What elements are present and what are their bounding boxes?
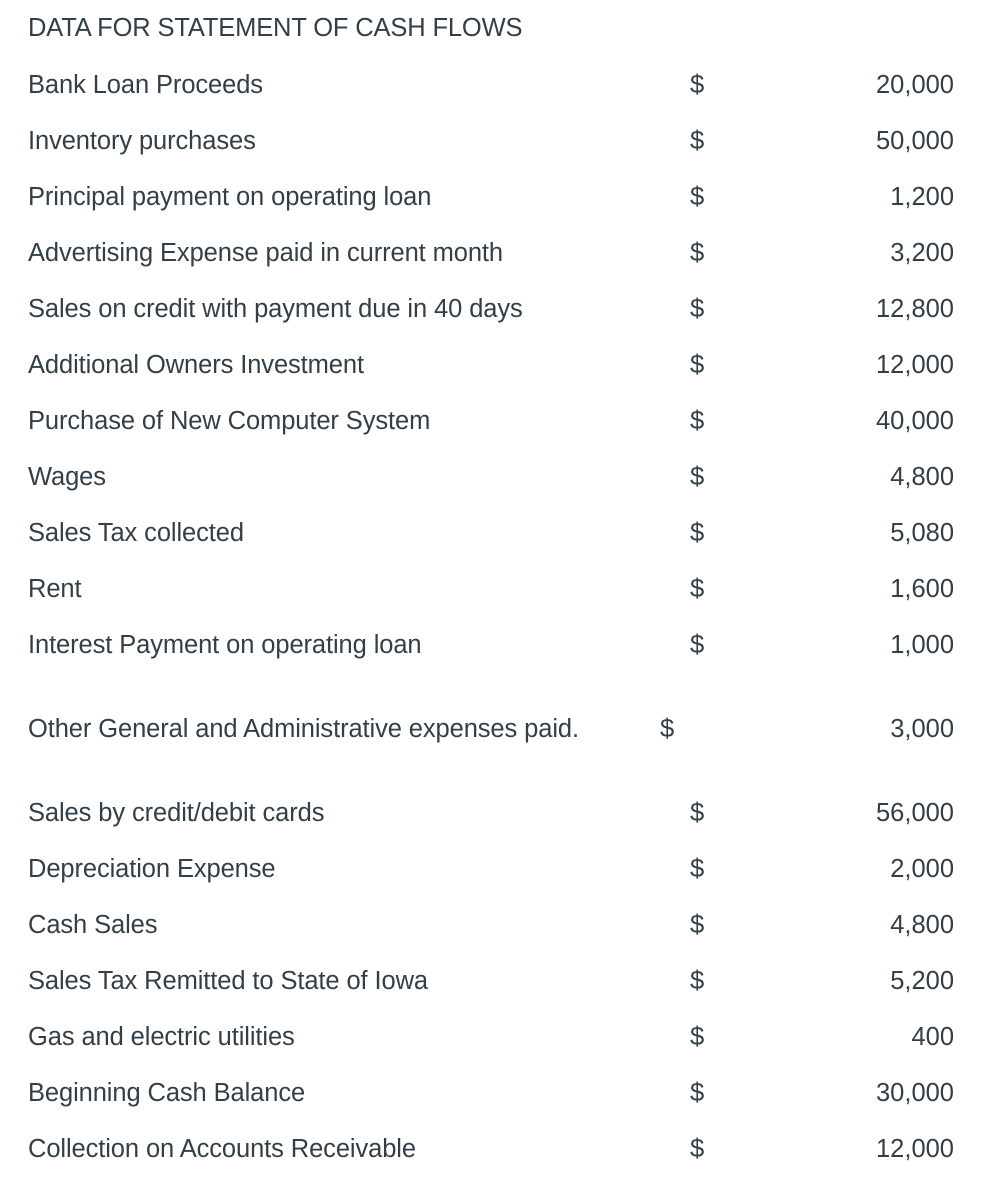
row-label: Sales Tax collected (28, 519, 244, 547)
row-amount: 4,800 (890, 911, 954, 939)
table-row: Bank Loan Proceeds $20,000 (0, 57, 984, 113)
currency-symbol: $ (690, 799, 705, 827)
table-row: Sales on credit with payment due in 40 d… (0, 281, 984, 337)
cash-flow-data-table: Bank Loan Proceeds $20,000 Inventory purch… (0, 57, 984, 1177)
row-amount: 3,000 (890, 715, 954, 743)
currency-symbol: $ (690, 911, 705, 939)
row-amount: 1,000 (890, 631, 954, 659)
row-amount: 40,000 (876, 407, 954, 435)
row-amount: 4,800 (890, 463, 954, 491)
currency-symbol: $ (690, 1079, 705, 1107)
row-label: Purchase of New Computer System (28, 407, 431, 435)
table-row: Advertising Expense paid in current mont… (0, 225, 984, 281)
row-amount: 56,000 (876, 799, 954, 827)
currency-symbol: $ (690, 519, 705, 547)
row-amount: 50,000 (876, 127, 954, 155)
row-amount: 5,200 (890, 967, 954, 995)
table-row: Sales Tax Remitted to State of Iowa $5,20… (0, 953, 984, 1009)
currency-symbol: $ (690, 71, 705, 99)
row-label: Additional Owners Investment (28, 351, 364, 379)
table-row: Other General and Administrative expense… (0, 673, 984, 785)
currency-symbol: $ (690, 239, 705, 267)
cash-flow-data-sheet: DATA FOR STATEMENT OF CASH FLOWS Bank Lo… (0, 0, 984, 1186)
row-amount: 20,000 (876, 71, 954, 99)
row-label: Sales Tax Remitted to State of Iowa (28, 967, 428, 995)
currency-symbol: $ (690, 183, 705, 211)
row-label: Collection on Accounts Receivable (28, 1135, 416, 1163)
currency-symbol: $ (690, 967, 705, 995)
currency-symbol: $ (690, 127, 705, 155)
currency-symbol: $ (690, 295, 705, 323)
table-row: Cash Sales $4,800 (0, 897, 984, 953)
row-amount: 1,200 (890, 183, 954, 211)
table-row: Sales by credit/debit cards $56,000 (0, 785, 984, 841)
row-label: Cash Sales (28, 911, 158, 939)
table-row: Interest Payment on operating loan $1,000 (0, 617, 984, 673)
row-label: Inventory purchases (28, 127, 256, 155)
currency-symbol: $ (660, 715, 675, 743)
row-amount: 5,080 (890, 519, 954, 547)
table-row: Sales Tax collected $5,080 (0, 505, 984, 561)
row-amount: 30,000 (876, 1079, 954, 1107)
table-row: Purchase of New Computer System $40,000 (0, 393, 984, 449)
currency-symbol: $ (690, 631, 705, 659)
currency-symbol: $ (690, 1023, 705, 1051)
row-label: Other General and Administrative expense… (28, 714, 579, 743)
row-label: Beginning Cash Balance (28, 1079, 306, 1107)
row-label: Bank Loan Proceeds (28, 71, 263, 99)
currency-symbol: $ (690, 575, 705, 603)
table-row: Additional Owners Investment $12,000 (0, 337, 984, 393)
currency-symbol: $ (690, 855, 705, 883)
row-amount: 12,000 (876, 1135, 954, 1163)
row-label: Advertising Expense paid in current mont… (28, 239, 503, 267)
table-row: Collection on Accounts Receivable $12,000 (0, 1121, 984, 1177)
row-amount: 1,600 (890, 575, 954, 603)
table-row: Depreciation Expense $2,000 (0, 841, 984, 897)
page-title: DATA FOR STATEMENT OF CASH FLOWS (28, 14, 523, 42)
table-row: Rent $1,600 (0, 561, 984, 617)
table-row: Inventory purchases $50,000 (0, 113, 984, 169)
row-label: Interest Payment on operating loan (28, 631, 422, 659)
row-amount: 12,000 (876, 351, 954, 379)
currency-symbol: $ (690, 463, 705, 491)
row-label: Depreciation Expense (28, 855, 276, 883)
table-row: Beginning Cash Balance $30,000 (0, 1065, 984, 1121)
row-amount: 2,000 (890, 855, 954, 883)
row-label: Sales by credit/debit cards (28, 799, 325, 827)
row-label: Wages (28, 463, 106, 491)
table-row: Principal payment on operating loan $1,20… (0, 169, 984, 225)
currency-symbol: $ (690, 1135, 705, 1163)
row-amount: 12,800 (876, 295, 954, 323)
row-amount: 400 (911, 1023, 954, 1051)
row-label: Rent (28, 575, 82, 603)
table-row: Wages $4,800 (0, 449, 984, 505)
table-row: Gas and electric utilities $400 (0, 1009, 984, 1065)
currency-symbol: $ (690, 351, 705, 379)
currency-symbol: $ (690, 407, 705, 435)
row-label: Gas and electric utilities (28, 1023, 295, 1051)
row-label: Principal payment on operating loan (28, 183, 432, 211)
row-amount: 3,200 (890, 239, 954, 267)
row-label: Sales on credit with payment due in 40 d… (28, 295, 523, 323)
